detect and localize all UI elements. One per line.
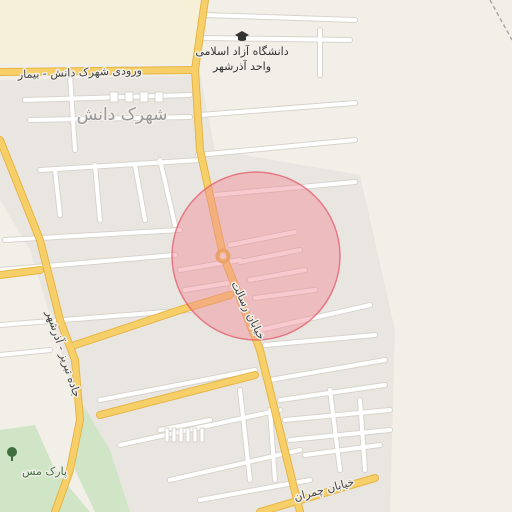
university-label-line1[interactable]: دانشگاه آزاد اسلامی	[194, 43, 290, 60]
university-label-line2[interactable]: واحد آذرشهر	[210, 58, 272, 75]
map-canvas[interactable]: دانشگاه آزاد اسلامی واحد آذرشهر ورودی شه…	[0, 0, 512, 512]
yellow-zone-area	[0, 0, 200, 64]
map-view[interactable]: دانشگاه آزاد اسلامی واحد آذرشهر ورودی شه…	[0, 0, 512, 512]
district-label: شهرک دانش	[77, 105, 168, 125]
park-label[interactable]: پارک مس	[21, 464, 69, 480]
